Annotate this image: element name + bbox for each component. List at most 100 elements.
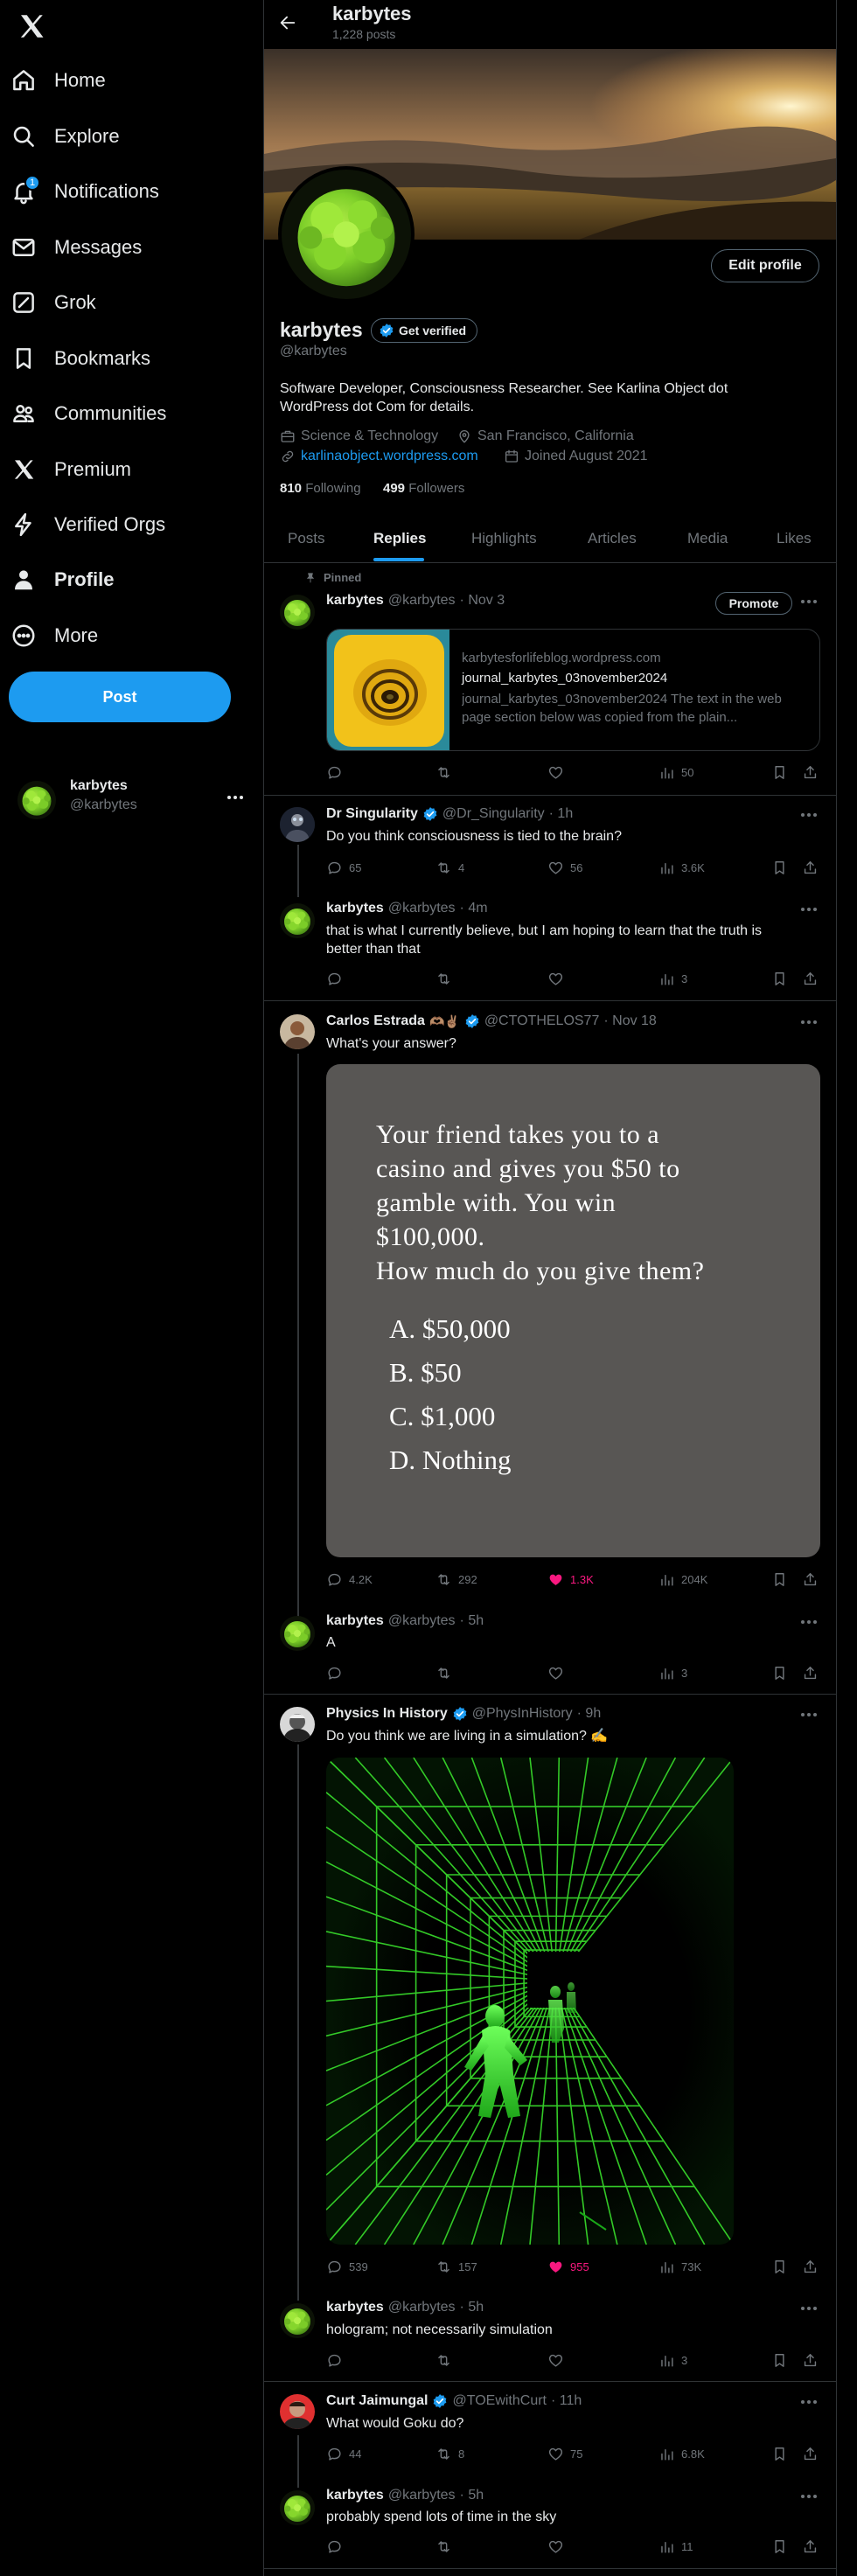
post-author-name[interactable]: Carlos Estrada — [326, 1013, 425, 1029]
repost-button[interactable]: 157 — [435, 2259, 477, 2275]
nav-profile[interactable]: Profile — [10, 557, 114, 602]
bookmark-button[interactable] — [771, 1665, 788, 1681]
views-button[interactable]: 11 — [658, 2538, 693, 2555]
post-timestamp[interactable]: · 5h — [460, 2488, 484, 2503]
post-timestamp[interactable]: · Nov 18 — [603, 1013, 656, 1029]
more-horizontal-icon[interactable] — [801, 906, 820, 913]
post-author-name[interactable]: Curt Jaimungal — [326, 2393, 428, 2409]
more-horizontal-icon[interactable] — [801, 2493, 820, 2500]
post-author-handle[interactable]: @Dr_Singularity — [442, 806, 545, 822]
like-button[interactable] — [547, 764, 564, 781]
bookmark-button[interactable] — [771, 971, 788, 987]
more-horizontal-icon[interactable] — [801, 1019, 820, 1026]
tab-media[interactable]: Media — [687, 530, 728, 547]
post-author-name[interactable]: Physics In History — [326, 1706, 448, 1722]
nav-more[interactable]: More — [10, 613, 98, 658]
nav-communities[interactable]: Communities — [10, 391, 166, 436]
post-author-handle[interactable]: @karbytes — [388, 901, 456, 916]
get-verified-button[interactable]: Get verified — [371, 318, 478, 343]
share-button[interactable] — [802, 971, 819, 987]
repost-button[interactable] — [435, 2538, 452, 2555]
avatar[interactable] — [280, 2394, 315, 2429]
reply-button[interactable] — [326, 2538, 343, 2555]
repost-button[interactable]: 292 — [435, 1571, 477, 1588]
nav-grok[interactable]: Grok — [10, 280, 96, 325]
more-horizontal-icon[interactable] — [801, 1619, 820, 1626]
post-author-handle[interactable]: @karbytes — [388, 593, 456, 609]
share-button[interactable] — [802, 860, 819, 876]
reply-button[interactable]: 4.2K — [326, 1571, 373, 1588]
post-timestamp[interactable]: · Nov 3 — [460, 593, 505, 609]
following-link[interactable]: 810 Following — [280, 481, 361, 496]
bookmark-button[interactable] — [771, 1571, 788, 1588]
reply-button[interactable] — [326, 1665, 343, 1681]
tab-posts[interactable]: Posts — [288, 530, 325, 547]
repost-button[interactable] — [435, 764, 452, 781]
views-button[interactable]: 50 — [658, 764, 693, 781]
more-horizontal-icon[interactable] — [801, 1711, 820, 1718]
reply-button[interactable] — [326, 971, 343, 987]
nav-messages[interactable]: Messages — [10, 225, 142, 270]
bookmark-button[interactable] — [771, 860, 788, 876]
post-author-name[interactable]: karbytes — [326, 593, 384, 609]
bookmark-button[interactable] — [771, 2352, 788, 2369]
post-author-handle[interactable]: @CTOTHELOS77 — [484, 1013, 600, 1029]
post-author-handle[interactable]: @PhysInHistory — [472, 1706, 573, 1722]
reply-button[interactable]: 539 — [326, 2259, 368, 2275]
more-horizontal-icon[interactable] — [801, 598, 820, 605]
profile-avatar[interactable] — [278, 166, 415, 303]
like-button[interactable] — [547, 1665, 564, 1681]
post-author-name[interactable]: karbytes — [326, 901, 384, 916]
views-button[interactable]: 3 — [658, 1665, 687, 1681]
like-button[interactable]: 75 — [547, 2446, 582, 2462]
avatar[interactable] — [280, 2303, 315, 2338]
avatar[interactable] — [280, 807, 315, 842]
share-button[interactable] — [802, 2352, 819, 2369]
nav-premium[interactable]: Premium — [10, 447, 131, 492]
tab-replies[interactable]: Replies — [373, 530, 426, 547]
post-author-name[interactable]: Dr Singularity — [326, 806, 418, 822]
repost-button[interactable]: 8 — [435, 2446, 464, 2462]
promote-button[interactable]: Promote — [715, 592, 792, 615]
bookmark-button[interactable] — [771, 2538, 788, 2555]
edit-profile-button[interactable]: Edit profile — [711, 249, 819, 282]
share-button[interactable] — [802, 1571, 819, 1588]
post-author-name[interactable]: karbytes — [326, 2488, 384, 2503]
nav-explore[interactable]: Explore — [10, 114, 120, 159]
avatar[interactable] — [280, 903, 315, 938]
share-button[interactable] — [802, 1665, 819, 1681]
post-author-handle[interactable]: @karbytes — [388, 2300, 456, 2315]
bookmark-button[interactable] — [771, 2446, 788, 2462]
repost-button[interactable] — [435, 1665, 452, 1681]
nav-bookmarks[interactable]: Bookmarks — [10, 336, 150, 381]
post-timestamp[interactable]: · 5h — [460, 2300, 484, 2315]
repost-button[interactable] — [435, 971, 452, 987]
back-arrow-icon[interactable] — [278, 13, 297, 32]
x-logo-icon[interactable] — [16, 10, 47, 42]
avatar[interactable] — [280, 2490, 315, 2525]
more-horizontal-icon[interactable] — [801, 2398, 820, 2405]
post-author-handle[interactable]: @karbytes — [388, 2488, 456, 2503]
reply-button[interactable]: 65 — [326, 860, 361, 876]
tab-highlights[interactable]: Highlights — [471, 530, 537, 547]
avatar[interactable] — [280, 595, 315, 630]
followers-link[interactable]: 499 Followers — [383, 481, 464, 496]
avatar[interactable] — [280, 1616, 315, 1651]
share-button[interactable] — [802, 2538, 819, 2555]
post-button[interactable]: Post — [9, 672, 231, 722]
post-timestamp[interactable]: · 9h — [577, 1706, 602, 1722]
views-button[interactable]: 3 — [658, 2352, 687, 2369]
account-switcher[interactable]: karbytes @karbytes — [10, 769, 247, 827]
repost-button[interactable] — [435, 2352, 452, 2369]
like-button[interactable] — [547, 2538, 564, 2555]
more-horizontal-icon[interactable] — [801, 2305, 820, 2312]
views-button[interactable]: 204K — [658, 1571, 707, 1588]
share-button[interactable] — [802, 764, 819, 781]
link-preview-card[interactable]: karbytesforlifeblog.wordpress.com journa… — [326, 629, 820, 751]
reply-button[interactable] — [326, 764, 343, 781]
like-button[interactable] — [547, 971, 564, 987]
post-author-handle[interactable]: @TOEwithCurt — [452, 2393, 547, 2409]
bookmark-button[interactable] — [771, 2259, 788, 2275]
nav-home[interactable]: Home — [10, 58, 106, 103]
like-button[interactable]: 955 — [547, 2259, 589, 2275]
